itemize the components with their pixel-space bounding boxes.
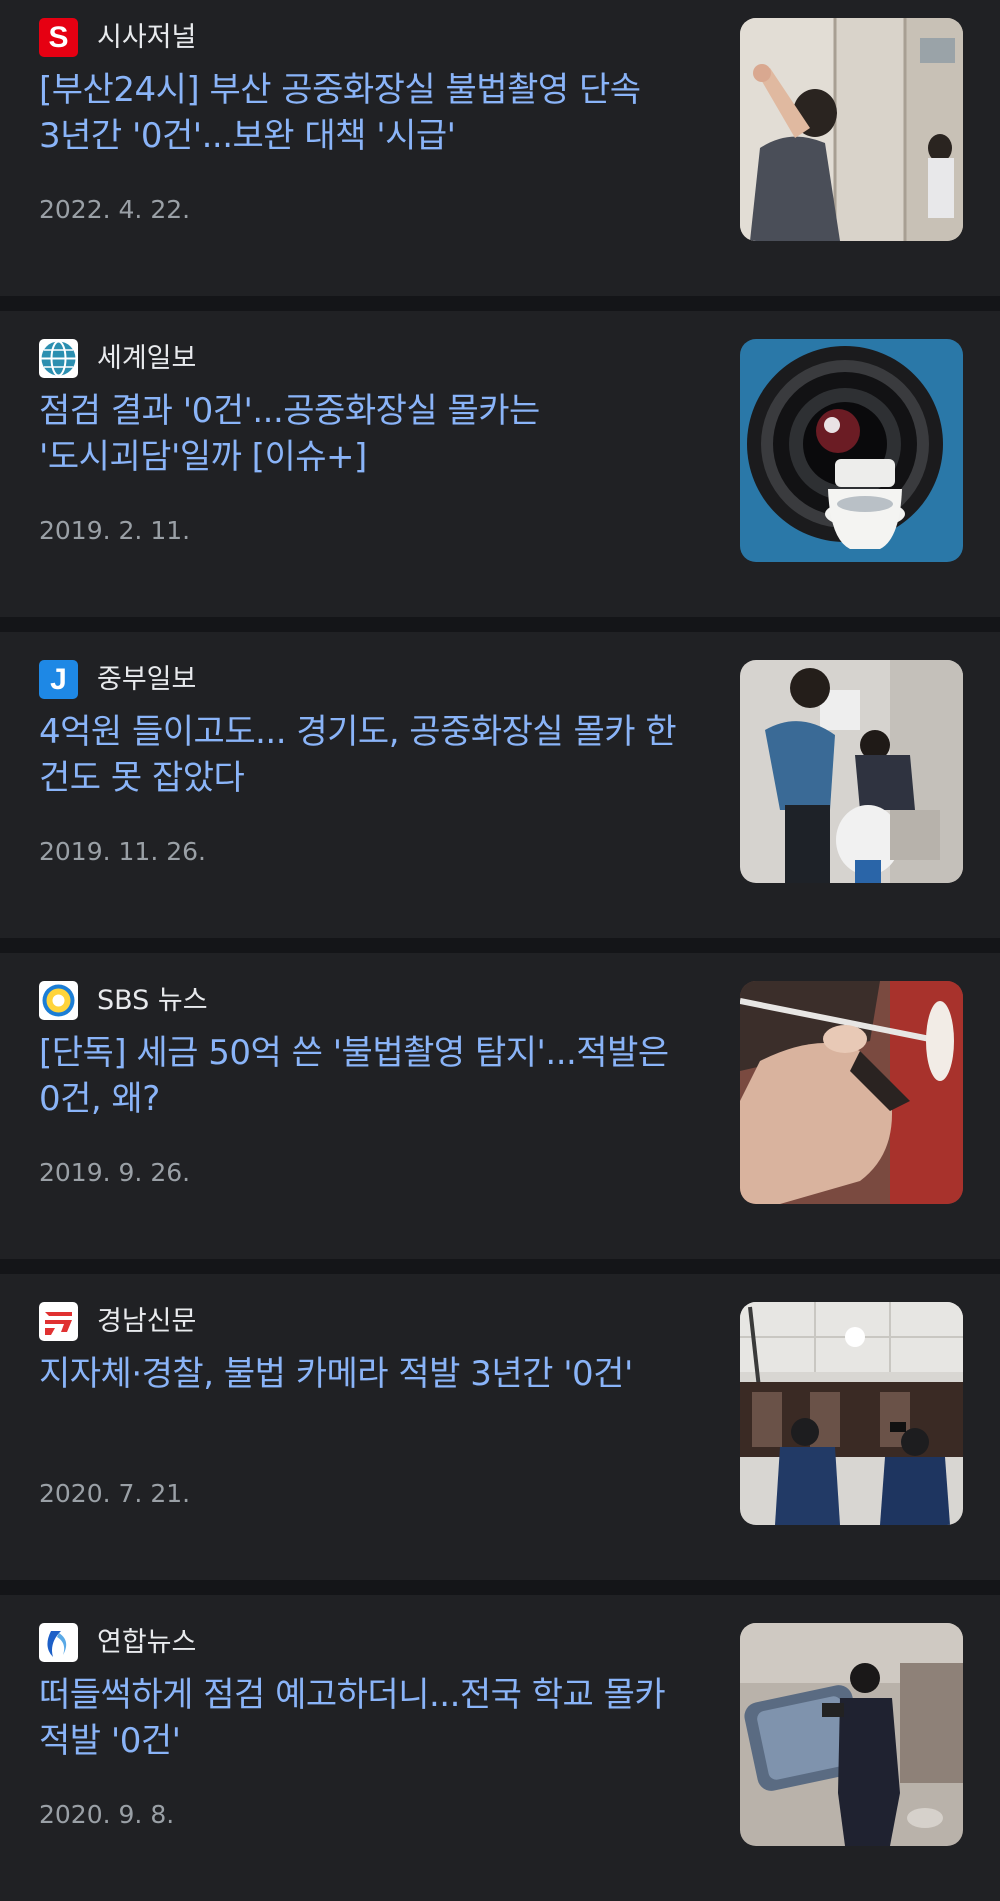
source-row: SBS 뉴스 [39,981,208,1020]
headline-link[interactable]: [단독] 세금 50억 쓴 '불법촬영 탐지'...적발은 0건, 왜? [39,1030,699,1122]
headline-link[interactable]: 점검 결과 '0건'...공중화장실 몰카는 '도시괴담'일까 [이슈+] [39,388,699,480]
source-row: 연합뉴스 [39,1623,196,1662]
headline-link[interactable]: 지자체·경찰, 불법 카메라 적발 3년간 '0건' [39,1351,699,1397]
source-name: 세계일보 [97,343,197,374]
news-card[interactable]: J 중부일보 4억원 들이고도... 경기도, 공중화장실 몰카 한 건도 못 … [0,632,1000,938]
sbs-ring-logo [39,981,78,1020]
publish-date: 2022. 4. 22. [39,195,191,224]
source-row: 경남신문 [39,1302,196,1341]
source-name: 시사저널 [97,22,197,53]
publish-date: 2019. 2. 11. [39,516,191,545]
logo-glyph: J [50,662,67,696]
headline-link[interactable]: [부산24시] 부산 공중화장실 불법촬영 단속 3년간 '0건'...보완 대… [39,67,699,159]
camera-lens-over-toilet-illustration[interactable] [740,339,963,562]
publish-date: 2019. 11. 26. [39,837,206,866]
news-card[interactable]: 세계일보 점검 결과 '0건'...공중화장실 몰카는 '도시괴담'일까 [이슈… [0,311,1000,617]
source-name: 중부일보 [97,664,197,695]
news-card[interactable]: S 시사저널 [부산24시] 부산 공중화장실 불법촬영 단속 3년간 '0건'… [0,0,1000,296]
source-name: SBS 뉴스 [97,985,208,1016]
headline-link[interactable]: 떠들썩하게 점검 예고하더니...전국 학교 몰카 적발 '0건' [39,1672,699,1764]
headline-link[interactable]: 4억원 들이고도... 경기도, 공중화장실 몰카 한 건도 못 잡았다 [39,709,699,801]
publish-date: 2020. 9. 8. [39,1800,175,1829]
news-card[interactable]: SBS 뉴스 [단독] 세금 50억 쓴 '불법촬영 탐지'...적발은 0건,… [0,953,1000,1259]
source-row: 세계일보 [39,339,196,378]
joongboo-j-logo: J [39,660,78,699]
source-name: 경남신문 [97,1306,197,1337]
news-feed: S 시사저널 [부산24시] 부산 공중화장실 불법촬영 단속 3년간 '0건'… [0,0,1000,1901]
publish-date: 2019. 9. 26. [39,1158,191,1187]
man-with-smartphone-photo[interactable] [740,1623,963,1846]
sisajournal-s-logo: S [39,18,78,57]
news-card[interactable]: 연합뉴스 떠들썩하게 점검 예고하더니...전국 학교 몰카 적발 '0건' 2… [0,1595,1000,1901]
officers-checking-toilet-photo[interactable] [740,660,963,883]
logo-glyph: S [48,20,69,54]
segye-globe-logo [39,339,78,378]
publish-date: 2020. 7. 21. [39,1479,191,1508]
news-card[interactable]: 경남신문 지자체·경찰, 불법 카메라 적발 3년간 '0건' 2020. 7.… [0,1274,1000,1580]
hand-holding-detector-photo[interactable] [740,981,963,1204]
yonhap-swoosh-logo [39,1623,78,1662]
source-row: J 중부일보 [39,660,196,699]
source-name: 연합뉴스 [97,1627,197,1658]
restroom-stall-inspection-photo[interactable] [740,18,963,241]
police-inspecting-ceiling-photo[interactable] [740,1302,963,1525]
source-row: S 시사저널 [39,18,196,57]
gyeongnam-red-logo [39,1302,78,1341]
